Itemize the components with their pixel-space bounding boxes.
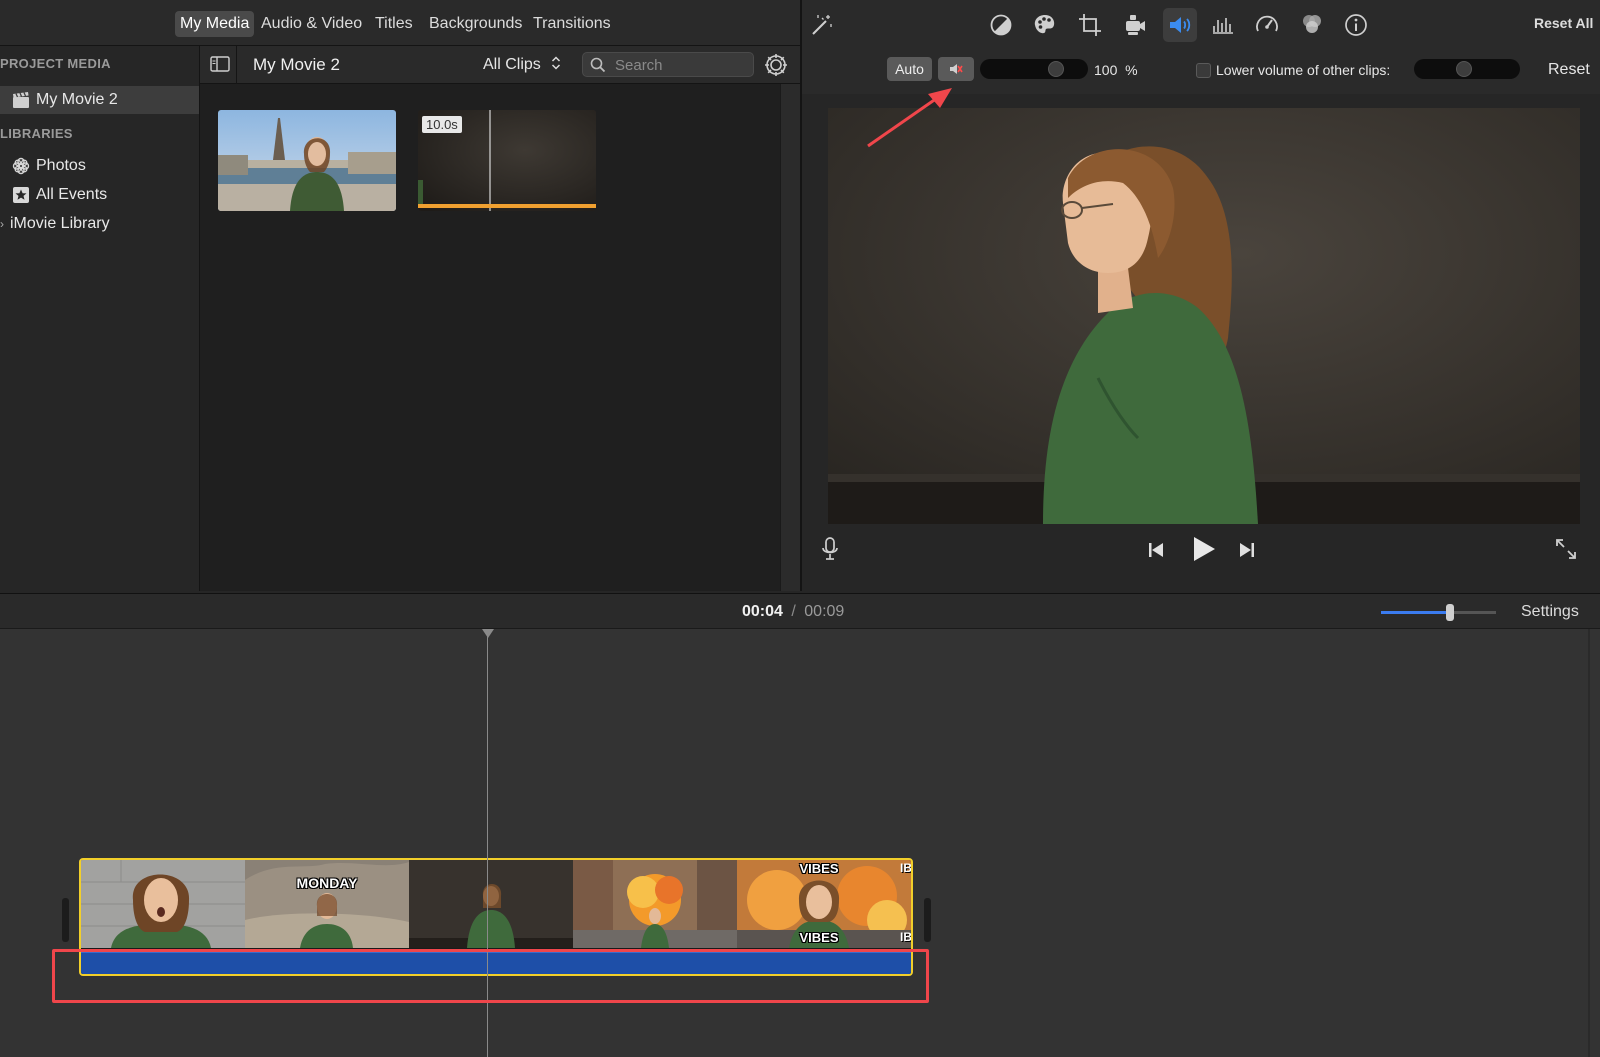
volume-tool-button[interactable]: [1163, 8, 1197, 42]
search-icon: [590, 57, 606, 78]
star-box-icon: [12, 186, 30, 204]
caption-vibes-top: VIBES: [799, 861, 839, 876]
playhead-marker-icon[interactable]: [482, 629, 494, 638]
timeline-zoom-slider[interactable]: [1381, 604, 1496, 621]
tab-backgrounds[interactable]: Backgrounds: [424, 11, 527, 37]
sidebar-item-label: My Movie 2: [36, 91, 118, 108]
volume-unit: %: [1125, 62, 1138, 78]
sidebar-item-imovie-library[interactable]: › iMovie Library: [0, 210, 110, 238]
volume-value: 100: [1094, 62, 1118, 78]
current-time: 00:04: [742, 603, 783, 620]
clip-frame-vibes: VIBES VIBES IB IB: [737, 860, 912, 948]
sidebar-item-label: iMovie Library: [10, 215, 110, 232]
mute-button[interactable]: [938, 57, 974, 81]
speaker-volume-icon: [1167, 12, 1193, 43]
play-icon[interactable]: [1191, 535, 1217, 568]
sidebar-toggle-icon[interactable]: [210, 55, 230, 73]
browser-scrollbar[interactable]: [780, 84, 800, 591]
library-sidebar: PROJECT MEDIA My Movie 2 LIBRARIES Photo…: [0, 46, 200, 591]
clip-frame-monday: MONDAY: [245, 860, 409, 948]
disclosure-chevron-icon[interactable]: ›: [0, 210, 10, 238]
caption-ib-top: IB: [900, 861, 912, 875]
media-browser: 10.0s: [200, 84, 800, 591]
sidebar-item-my-movie-2[interactable]: My Movie 2: [0, 86, 199, 114]
tab-my-media[interactable]: My Media: [175, 11, 255, 37]
annotation-arrow: [867, 88, 952, 148]
sidebar-item-all-events[interactable]: All Events: [12, 181, 107, 209]
zoom-slider-knob[interactable]: [1446, 604, 1454, 621]
speed-gauge-icon[interactable]: [1254, 12, 1280, 38]
video-preview-frame[interactable]: [828, 108, 1580, 524]
clip-filter-icon[interactable]: [1299, 12, 1325, 38]
updown-chevron-icon: [551, 55, 561, 76]
lower-volume-checkbox[interactable]: [1196, 63, 1211, 78]
speaker-muted-icon: [947, 60, 965, 83]
caption-monday: MONDAY: [296, 875, 358, 891]
viewer-toolbar: Reset All: [802, 0, 1600, 50]
gear-icon[interactable]: [763, 52, 789, 83]
clip-duration-badge: 10.0s: [422, 116, 462, 133]
timecode-display: 00:04 / 00:09: [742, 603, 844, 621]
skip-back-icon[interactable]: [1147, 541, 1165, 564]
sidebar-item-label: All Events: [36, 186, 108, 203]
search-input[interactable]: [615, 55, 745, 75]
browser-title: My Movie 2: [253, 55, 340, 74]
microphone-icon[interactable]: [820, 536, 840, 567]
tab-titles[interactable]: Titles: [370, 11, 418, 37]
fullscreen-icon[interactable]: [1554, 537, 1578, 566]
clip-thumbnail-dark[interactable]: 10.0s: [418, 110, 596, 211]
time-separator: /: [791, 603, 796, 620]
libraries-heading: LIBRARIES: [0, 126, 73, 141]
clip-thumbnail-paris[interactable]: [218, 110, 396, 211]
timeline-header: 00:04 / 00:09 Settings: [0, 593, 1600, 629]
header-divider: [236, 46, 237, 84]
volume-percentage: 100 %: [1094, 62, 1138, 78]
annotation-highlight-box: [52, 949, 929, 1003]
total-time: 00:09: [804, 603, 845, 620]
media-tab-bar: My Media Audio & Video Titles Background…: [0, 0, 800, 46]
lower-volume-slider-knob[interactable]: [1456, 61, 1472, 77]
tab-audio-video[interactable]: Audio & Video: [256, 11, 367, 37]
color-balance-icon[interactable]: [988, 12, 1014, 38]
caption-vibes-bottom: VIBES: [799, 930, 839, 945]
clip-frame-street-explosion: [573, 860, 737, 948]
volume-slider[interactable]: [980, 59, 1088, 79]
caption-ib-bottom: IB: [900, 930, 912, 944]
lower-volume-slider[interactable]: [1414, 59, 1520, 79]
sidebar-item-label: Photos: [36, 157, 86, 174]
palette-icon[interactable]: [1032, 12, 1058, 38]
clip-right-handle[interactable]: [924, 898, 931, 942]
tab-transitions[interactable]: Transitions: [528, 11, 616, 37]
clapperboard-icon: [12, 91, 30, 109]
all-clips-dropdown[interactable]: All Clips: [483, 55, 561, 76]
volume-slider-knob[interactable]: [1048, 61, 1064, 77]
search-field[interactable]: [582, 52, 754, 77]
info-icon[interactable]: [1343, 12, 1369, 38]
auto-volume-button[interactable]: Auto: [887, 57, 932, 81]
project-media-heading: PROJECT MEDIA: [0, 56, 111, 71]
browser-header: My Movie 2 All Clips: [200, 46, 800, 84]
skip-forward-icon[interactable]: [1238, 541, 1256, 564]
zoom-slider-fill: [1381, 611, 1450, 614]
stabilization-camera-icon[interactable]: [1122, 12, 1148, 38]
crop-icon[interactable]: [1077, 12, 1103, 38]
clip-frame-surprised: [81, 860, 245, 948]
photos-flower-icon: [12, 157, 30, 175]
lower-volume-label: Lower volume of other clips:: [1216, 62, 1391, 78]
magic-wand-icon[interactable]: [808, 12, 834, 38]
timeline-settings-button[interactable]: Settings: [1521, 603, 1579, 621]
clip-left-handle[interactable]: [62, 898, 69, 942]
reset-button[interactable]: Reset: [1548, 61, 1590, 79]
dropdown-value: All Clips: [483, 56, 541, 73]
timeline-area: MONDAY VIBES VIBES IB IB: [0, 629, 1600, 1057]
timeline-scroll-edge: [1588, 629, 1590, 1057]
reset-all-button[interactable]: Reset All: [1534, 15, 1593, 31]
sidebar-item-photos[interactable]: Photos: [12, 152, 86, 180]
clip-frame-studio: [409, 860, 573, 948]
video-viewer: [802, 94, 1600, 591]
equalizer-icon[interactable]: [1210, 12, 1236, 38]
